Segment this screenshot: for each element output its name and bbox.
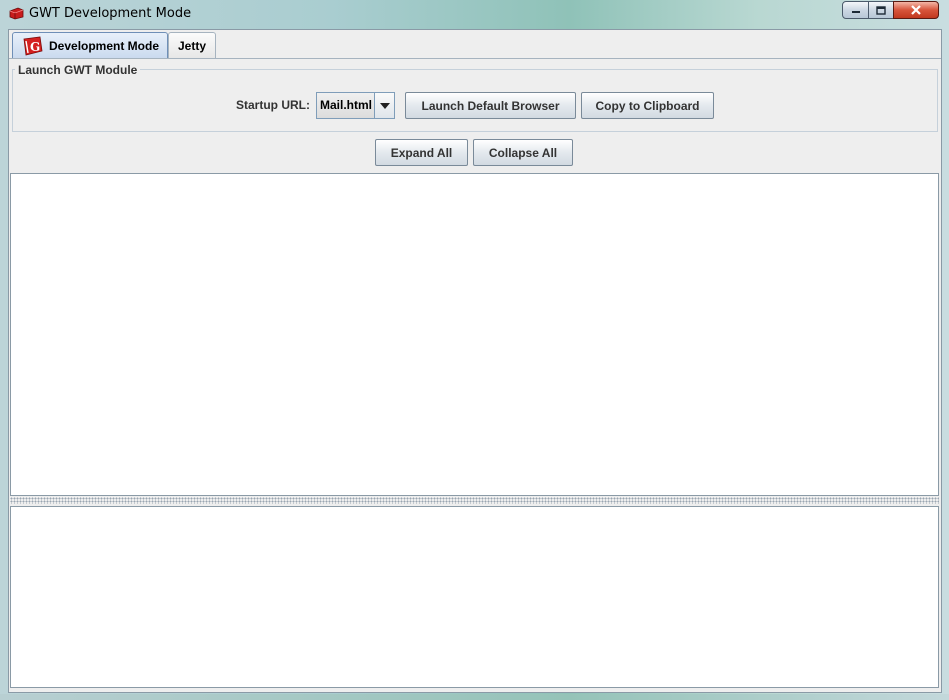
startup-url-label: Startup URL:	[236, 98, 310, 112]
split-pane-divider[interactable]	[10, 497, 939, 504]
tab-jetty-label: Jetty	[177, 39, 206, 53]
startup-url-combobox[interactable]: Mail.html	[316, 92, 395, 119]
close-icon	[911, 5, 921, 15]
collapse-all-button[interactable]: Collapse All	[473, 139, 573, 166]
svg-text:G: G	[30, 40, 40, 54]
window-title: GWT Development Mode	[29, 6, 192, 21]
tab-development-mode-label: Development Mode	[49, 39, 160, 53]
gwt-toolbox-icon	[9, 7, 24, 20]
tab-strip-divider	[9, 58, 941, 59]
window-client-area: G Development Mode Jetty Launch GWT Modu…	[8, 29, 942, 693]
launch-module-group-title: Launch GWT Module	[15, 63, 141, 77]
chevron-down-icon	[379, 102, 390, 109]
tab-development-mode[interactable]: G Development Mode	[12, 32, 168, 59]
gwt-logo-icon: G	[21, 36, 43, 56]
tab-jetty[interactable]: Jetty	[168, 32, 216, 59]
maximize-button[interactable]	[868, 1, 894, 19]
expand-all-button[interactable]: Expand All	[375, 139, 468, 166]
minimize-icon	[851, 11, 860, 13]
startup-url-value: Mail.html	[317, 93, 374, 118]
minimize-button[interactable]	[842, 1, 869, 19]
copy-to-clipboard-button[interactable]: Copy to Clipboard	[581, 92, 714, 119]
title-bar[interactable]: GWT Development Mode	[0, 0, 949, 28]
maximize-icon	[876, 5, 886, 15]
launch-default-browser-button[interactable]: Launch Default Browser	[405, 92, 576, 119]
dropdown-arrow-button[interactable]	[374, 93, 394, 118]
window-bottom-border	[0, 694, 949, 700]
gwt-dev-mode-window: GWT Development Mode G Development Mode …	[0, 0, 949, 700]
close-button[interactable]	[893, 1, 939, 19]
log-details-pane[interactable]	[10, 506, 939, 688]
log-tree-pane[interactable]	[10, 173, 939, 496]
